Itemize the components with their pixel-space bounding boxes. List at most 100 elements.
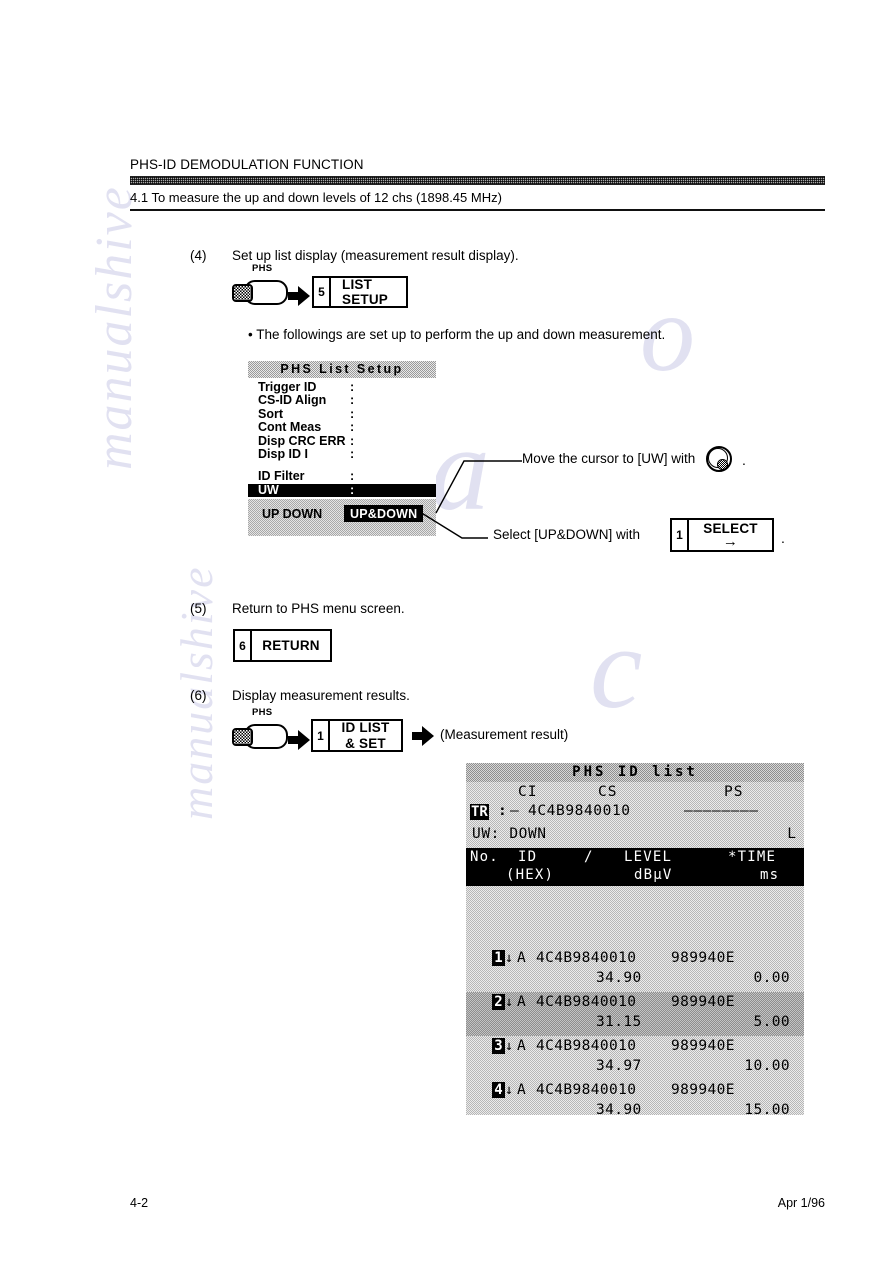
phs-key-label: PHS [252, 707, 273, 718]
lcd-table-header-row2: (HEX) dBµV ms [466, 867, 804, 884]
lcd-th-id: ID [518, 849, 538, 865]
lcd-table-header-row1: No. ID / LEVEL *TIME [466, 849, 804, 867]
setup-item-label: Cont Meas [258, 420, 322, 435]
setup-item-sort[interactable]: Sort : [248, 406, 436, 421]
lcd-measurement-screen: PHS ID list CI CS PS TR : – 4C4B9840010 … [466, 763, 804, 1115]
phs-key[interactable]: PHS [232, 707, 288, 749]
record-slot-type: A [517, 1082, 526, 1098]
callout-leader-updown [419, 508, 492, 550]
record-id: 4C4B9840010 [536, 1038, 637, 1054]
callout-period: . [781, 530, 785, 546]
lcd-th-unit-level: dBµV [634, 867, 673, 883]
setup-item-label: UW [258, 482, 279, 497]
id-list-set-key-number: 1 [313, 721, 330, 750]
record-slot-type: A [517, 1038, 526, 1054]
lcd-title: PHS ID list [466, 763, 804, 782]
record-id: 4C4B9840010 [536, 950, 637, 966]
knob-indicator-dot [717, 459, 728, 470]
list-setup-key-number: 5 [314, 278, 331, 306]
callout-move-cursor-text: Move the cursor to [UW] with [522, 451, 696, 466]
phs-key[interactable]: PHS [232, 263, 288, 305]
flow-arrow-icon [412, 726, 434, 746]
setup-item-id-filter[interactable]: ID Filter : [248, 469, 436, 484]
setup-item-cs-id-align[interactable]: CS-ID Align : [248, 393, 436, 408]
lcd-column-headers: CI CS PS [466, 782, 804, 802]
setup-item-colon: : [350, 482, 355, 497]
setup-item-colon: : [350, 393, 355, 408]
record-time: 0.00 [753, 970, 790, 986]
list-setup-line1: LIST [342, 276, 373, 292]
record-number: 3 [492, 1038, 505, 1054]
watermark-text: c [590, 602, 643, 733]
record-level: 34.90 [596, 970, 642, 986]
record-id2: 989940E [671, 994, 735, 1010]
setup-panel-title: PHS List Setup [248, 361, 436, 378]
phs-key-knob-icon [232, 728, 253, 746]
record-direction-icon: ↓ [505, 1082, 514, 1098]
setup-item-trigger-id[interactable]: Trigger ID : [248, 380, 436, 394]
lcd-th-time: *TIME [728, 849, 777, 865]
id-list-set-key-label: ID LIST & SET [330, 720, 401, 750]
setup-item-disp-crc-err[interactable]: Disp CRC ERR : [248, 434, 436, 448]
record-id: 4C4B9840010 [536, 1082, 637, 1098]
setup-item-label: Trigger ID [258, 380, 317, 394]
record-number: 2 [492, 994, 505, 1010]
return-key[interactable]: 6 RETURN [233, 629, 332, 662]
setup-item-cont-meas[interactable]: Cont Meas : [248, 420, 436, 435]
setup-item-colon: : [350, 406, 355, 421]
header-rule [130, 176, 825, 185]
footer-page-number: 4-2 [130, 1196, 149, 1210]
id-list-set-key[interactable]: 1 ID LIST & SET [311, 719, 403, 752]
phs-key-knob-icon [232, 284, 253, 302]
setup-item-up-down[interactable]: UP DOWN UP&DOWN [248, 505, 436, 523]
page-title: PHS-ID DEMODULATION FUNCTION [130, 157, 364, 172]
lcd-record-row[interactable]: 2 ↓ A 4C4B9840010 989940E 31.15 5.00 [466, 992, 804, 1036]
phs-key-label: PHS [252, 263, 273, 274]
lcd-record-row[interactable]: 4 ↓ A 4C4B9840010 989940E 34.90 15.00 [466, 1080, 804, 1115]
rotary-knob-icon[interactable] [706, 446, 732, 472]
select-key-arrow-icon: → [722, 533, 739, 551]
record-id2: 989940E [671, 1038, 735, 1054]
lcd-uw-row: UW: DOWN L [466, 824, 804, 848]
setup-item-uw-selected[interactable]: UW : [248, 482, 436, 498]
lcd-tr-badge: TR [470, 804, 489, 820]
watermark-text: manualshive [86, 185, 143, 470]
select-key-label: SELECT → [689, 520, 772, 550]
manual-page: manualshive a c manualshive o PHS-ID DEM… [0, 0, 893, 1263]
lcd-record-row[interactable]: 1 ↓ A 4C4B9840010 989940E 34.90 0.00 [466, 948, 804, 992]
setup-item-colon: : [350, 469, 355, 484]
phs-list-setup-panel: PHS List Setup Trigger ID : CS-ID Align … [248, 361, 436, 537]
lcd-th-level: LEVEL [624, 849, 673, 865]
record-slot-type: A [517, 950, 526, 966]
lcd-tr-ps-value: –––––––– [684, 803, 759, 819]
lcd-col-cs: CS [598, 784, 618, 800]
flow-arrow-icon [288, 730, 310, 750]
up-down-value[interactable]: UP&DOWN [344, 505, 424, 523]
footer-date: Apr 1/96 [777, 1196, 825, 1210]
step-5-number: (5) [190, 601, 207, 616]
step-5-text: Return to PHS menu screen. [232, 601, 405, 616]
lcd-table-header: No. ID / LEVEL *TIME (HEX) dBµV ms [466, 848, 804, 886]
return-key-label: RETURN [252, 631, 330, 660]
record-level: 34.97 [596, 1058, 642, 1074]
return-key-text: RETURN [262, 637, 320, 653]
lcd-record-row[interactable]: 3 ↓ A 4C4B9840010 989940E 34.97 10.00 [466, 1036, 804, 1080]
record-time: 5.00 [753, 1014, 790, 1030]
step-4-text: Set up list display (measurement result … [232, 248, 519, 263]
lcd-th-slash: / [584, 849, 594, 865]
lcd-uw-indicator: L [787, 826, 796, 842]
select-key-number: 1 [672, 520, 689, 550]
lcd-th-unit-time: ms [760, 867, 780, 883]
list-setup-key[interactable]: 5 LIST SETUP [312, 276, 408, 308]
setup-item-disp-id-i[interactable]: Disp ID I : [248, 447, 436, 461]
select-key[interactable]: 1 SELECT → [670, 518, 774, 552]
record-level: 34.90 [596, 1102, 642, 1115]
setup-panel-updown-section: UP DOWN UP&DOWN [248, 499, 436, 537]
step-4-bullet: • The followings are set up to perform t… [248, 327, 666, 342]
record-level: 31.15 [596, 1014, 642, 1030]
record-id: 4C4B9840010 [536, 994, 637, 1010]
callout-period: . [742, 452, 746, 468]
record-slot-type: A [517, 994, 526, 1010]
list-setup-line2: SETUP [342, 292, 389, 307]
record-time: 15.00 [744, 1102, 790, 1115]
